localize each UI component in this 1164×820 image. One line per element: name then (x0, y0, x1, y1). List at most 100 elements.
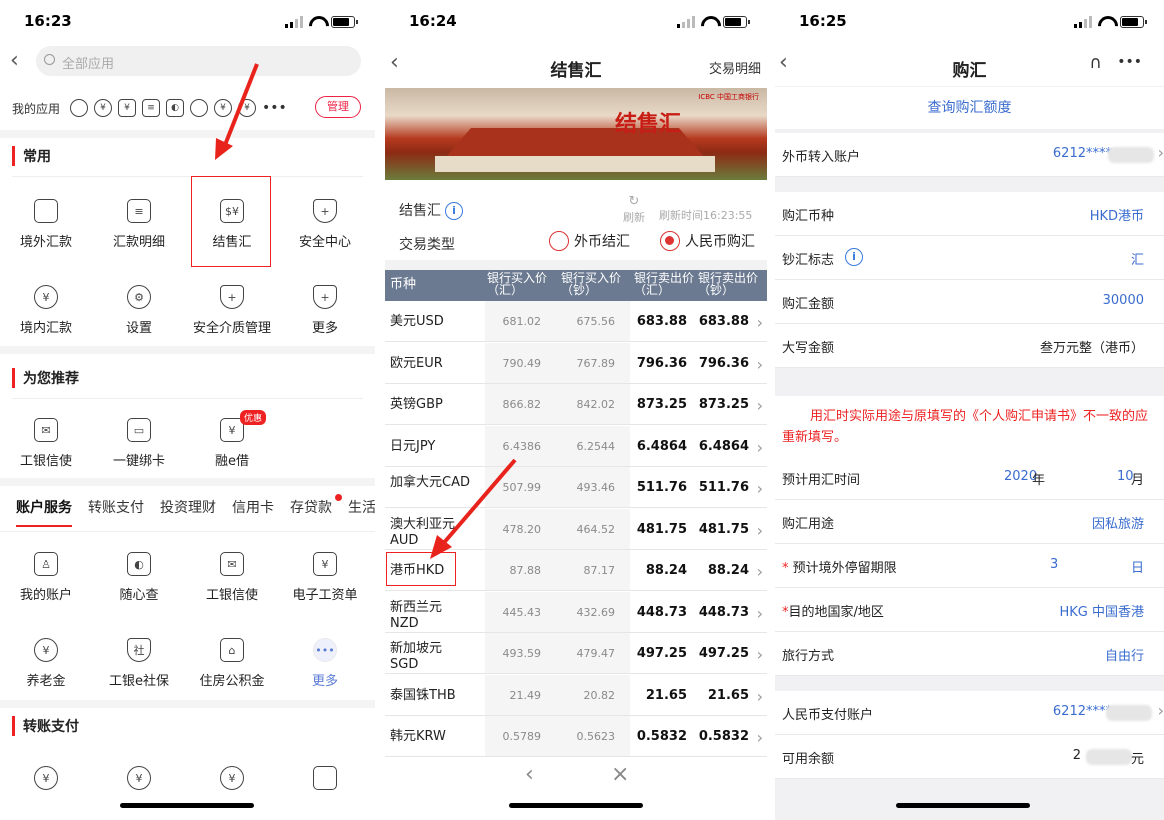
header-currency: 币种 (390, 277, 417, 292)
close-icon[interactable]: × (611, 762, 629, 787)
sell-cash-value: 0.5832 (698, 729, 749, 744)
search-icon (44, 54, 55, 65)
stay-input[interactable]: 3 (1050, 557, 1058, 572)
exchange-icon[interactable]: ¥ (94, 99, 113, 117)
row-label: 目的地国家/地区 (788, 605, 884, 620)
year-unit: 年 (1032, 473, 1046, 488)
app-domestic-remit[interactable]: ¥ 境内汇款 (0, 285, 92, 336)
pointer-arrow-icon (215, 63, 259, 160)
trade-type-label: 交易类型 (399, 237, 455, 253)
rate-row[interactable]: 泰国铢THB 21.49 20.82 21.65 21.65 › (385, 674, 767, 716)
divider (12, 176, 363, 177)
rate-row[interactable]: 欧元EUR 790.49 767.89 796.36 796.36 › (385, 342, 767, 384)
header: 16:25 ‹ 购汇 ∩ ••• (775, 0, 1164, 86)
exchange-icon[interactable]: ¥ (220, 766, 244, 790)
footer-space (775, 779, 1164, 820)
manage-button[interactable]: 管理 (315, 96, 361, 118)
rate-table-header: 币种 银行买入价（汇） 银行买入价（钞） 银行卖出价（汇） 银行卖出价（钞） (385, 270, 767, 301)
divider (12, 398, 363, 399)
app-remit-detail[interactable]: ≡ 汇款明细 (93, 199, 185, 250)
tab-deposit-loan[interactable]: 存贷款 (290, 497, 332, 517)
banner-title: 结售汇 (615, 112, 682, 137)
app-my-account[interactable]: ♙ 我的账户 (0, 552, 92, 603)
app-pension[interactable]: ¥ 养老金 (0, 638, 92, 689)
more-dots-icon[interactable]: ••• (1117, 54, 1142, 70)
header-buy-cash: 银行买入价（钞） (561, 271, 622, 297)
tab-account-service[interactable]: 账户服务 (16, 497, 72, 527)
app-more-account[interactable]: ••• 更多 (279, 638, 371, 689)
info-icon[interactable]: i (845, 248, 863, 266)
document-icon: ≡ (127, 199, 151, 223)
sell-remit-value: 511.76 (636, 480, 687, 495)
currency-name: 欧元EUR (390, 355, 443, 371)
month-unit: 月 (1131, 473, 1145, 488)
tab-transfer[interactable]: 转账支付 (88, 497, 144, 517)
headset-icon[interactable]: ∩ (1090, 53, 1102, 73)
more-dots-icon[interactable]: ••• (262, 100, 287, 116)
amount-row[interactable]: 购汇金额 30000 (775, 280, 1164, 324)
app-more[interactable]: + 更多 (279, 285, 371, 336)
fx-label-row: 结售汇 i (399, 200, 463, 220)
rate-row[interactable]: 英镑GBP 866.82 842.02 873.25 873.25 › (385, 384, 767, 425)
app-icbc-messenger[interactable]: ✉ 工银信使 (0, 418, 92, 469)
tab-credit-card[interactable]: 信用卡 (232, 497, 274, 517)
balance-unit: 元 (1130, 752, 1144, 767)
foreign-account-row[interactable]: 外币转入账户 6212**** › (775, 133, 1164, 177)
travel-mode-row[interactable]: 旅行方式 自由行 (775, 632, 1164, 676)
bill-icon[interactable]: ¥ (118, 99, 137, 117)
destination-row[interactable]: *目的地国家/地区 HKG 中国香港 (775, 588, 1164, 632)
card-icon[interactable]: ◐ (166, 99, 185, 117)
person-icon[interactable] (70, 99, 89, 117)
stay-row[interactable]: * 预计境外停留期限 3 日 (775, 544, 1164, 588)
sell-cash-value: 511.76 (698, 480, 749, 495)
money-bag-icon[interactable]: ¥ (127, 766, 151, 790)
app-overseas-remit[interactable]: 境外汇款 (0, 199, 92, 250)
blurred-value (1086, 749, 1132, 765)
app-social-security[interactable]: 社工银e社保 (93, 638, 185, 689)
back-arrow-icon[interactable]: ‹ (525, 762, 534, 787)
fx-label: 结售汇 (399, 203, 441, 219)
app-label: 融e借 (215, 454, 249, 469)
search-input[interactable]: 全部应用 (36, 46, 361, 76)
amount-input[interactable]: 30000 (1103, 293, 1144, 308)
app-query[interactable]: ◐ 随心查 (93, 552, 185, 603)
rate-row[interactable]: 美元USD 681.02 675.56 683.88 683.88 › (385, 301, 767, 342)
transaction-detail-link[interactable]: 交易明细 (709, 58, 761, 77)
sell-remit-value: 448.73 (636, 604, 687, 620)
purpose-row[interactable]: 购汇用途 因私旅游 (775, 500, 1164, 544)
radio-rmb-purchase[interactable]: 人民币购汇 (660, 231, 755, 251)
card-icon[interactable] (313, 766, 337, 790)
rate-row[interactable]: 新加坡元SGD 493.59 479.47 497.25 497.25 › (385, 633, 767, 674)
home-indicator (509, 803, 643, 808)
tab-life[interactable]: 生活 (348, 497, 375, 517)
app-security-center[interactable]: + 安全中心 (279, 199, 371, 250)
app-e-loan[interactable]: ¥ 融e借 (186, 418, 278, 469)
more-dots-icon: ••• (313, 638, 337, 662)
app-settings[interactable]: ⚙ 设置 (93, 285, 185, 336)
query-quota-link[interactable]: 查询购汇额度 (775, 87, 1164, 129)
app-messenger[interactable]: ✉ 工银信使 (186, 552, 278, 603)
envelope-icon: ✉ (34, 418, 58, 442)
rate-row[interactable]: 韩元KRW 0.5789 0.5623 0.5832 0.5832 › (385, 716, 767, 757)
app-security-media[interactable]: + 安全介质管理 (186, 285, 278, 336)
buy-cash-value: 842.02 (576, 398, 616, 411)
back-icon[interactable]: ‹ (10, 48, 19, 73)
signal-icon (1074, 16, 1092, 28)
radio-fx-settle[interactable]: 外币结汇 (549, 231, 630, 251)
use-time-row[interactable]: 预计用汇时间 2020 年 10 月 (775, 456, 1164, 500)
rmb-account-row[interactable]: 人民币支付账户 6212**** › (775, 691, 1164, 735)
calculator-icon[interactable]: ≡ (142, 99, 161, 117)
exchange-icon[interactable]: ¥ (34, 766, 58, 790)
app-e-payslip[interactable]: ¥ 电子工资单 (279, 552, 371, 603)
app-bind-card[interactable]: ▭ 一键绑卡 (93, 418, 185, 469)
refresh-button[interactable]: ↻ 刷新 (623, 194, 645, 225)
cash-flag-row[interactable]: 钞汇标志 i 汇 (775, 236, 1164, 280)
refresh-time: 刷新时间16:23:55 (659, 209, 753, 222)
info-icon[interactable]: i (445, 202, 463, 220)
tab-investment[interactable]: 投资理财 (160, 497, 216, 517)
app-housing-fund[interactable]: ⌂ 住房公积金 (186, 638, 278, 689)
currency-row[interactable]: 购汇币种 HKD港币 (775, 192, 1164, 236)
row-label: 钞汇标志 (782, 253, 835, 268)
sell-cash-value: 21.65 (707, 687, 749, 703)
rate-row[interactable]: 新西兰元NZD 445.43 432.69 448.73 448.73 › (385, 591, 767, 633)
